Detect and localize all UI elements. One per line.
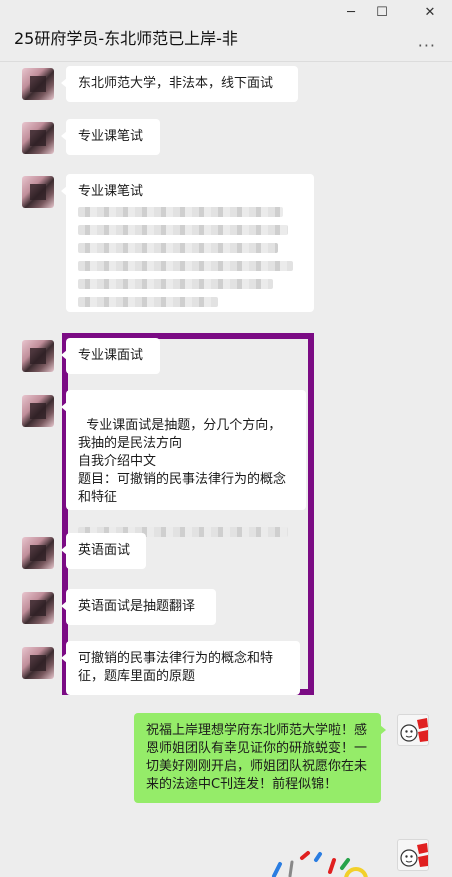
message-bubble[interactable]: 英语面试: [61, 533, 146, 569]
message-text: 专业课笔试: [78, 184, 144, 199]
blurred-content: [78, 207, 302, 307]
message-bubble[interactable]: 东北师范大学，非法本，线下面试: [61, 66, 298, 102]
sender-avatar[interactable]: [22, 395, 54, 427]
message-text: 可撤销的民事法律行为的概念和特征，题库里面的原题: [78, 651, 274, 684]
message-bubble[interactable]: 专业课笔试: [61, 174, 314, 312]
title-bar: 25研府学员-东北师范已上岸-非 ─ ☐ ✕ ···: [0, 0, 452, 62]
chat-title: 25研府学员-东北师范已上岸-非: [14, 29, 238, 48]
own-message-bubble[interactable]: 祝福上岸理想学府东北师范大学啦！感恩师姐团队有幸见证你的研旅蜕变！一切美好刚刚开…: [134, 713, 386, 803]
message-bubble[interactable]: 专业课笔试: [61, 119, 160, 155]
message-bubble[interactable]: 专业课面试: [61, 338, 160, 374]
message-text: 专业课笔试: [78, 129, 144, 144]
message-bubble[interactable]: 可撤销的民事法律行为的概念和特征，题库里面的原题: [61, 641, 300, 695]
own-avatar[interactable]: [397, 714, 429, 746]
message-text: 专业课面试是抽题，分几个方向，我抽的是民法方向 自我介绍中文 题目：可撤销的民事…: [78, 418, 287, 505]
maximize-button[interactable]: ☐: [369, 2, 395, 24]
message-bubble[interactable]: 英语面试是抽题翻译: [61, 589, 216, 625]
message-text: 英语面试是抽题翻译: [78, 599, 196, 614]
sender-avatar[interactable]: [22, 537, 54, 569]
more-options-icon[interactable]: ···: [418, 36, 436, 55]
message-text: 专业课面试: [78, 348, 144, 363]
message-text: 祝福上岸理想学府东北师范大学啦！感恩师姐团队有幸见证你的研旅蜕变！一切美好刚刚开…: [146, 723, 368, 792]
sticker-image[interactable]: [268, 848, 378, 877]
sender-avatar[interactable]: [22, 68, 54, 100]
sender-avatar[interactable]: [22, 592, 54, 624]
message-bubble[interactable]: 专业课面试是抽题，分几个方向，我抽的是民法方向 自我介绍中文 题目：可撤销的民事…: [61, 390, 306, 537]
sender-avatar[interactable]: [22, 647, 54, 679]
sender-avatar[interactable]: [22, 122, 54, 154]
sender-avatar[interactable]: [22, 340, 54, 372]
message-text: 英语面试: [78, 543, 131, 558]
own-avatar[interactable]: [397, 839, 429, 871]
avatar-icon: [400, 843, 428, 867]
message-text: 东北师范大学，非法本，线下面试: [78, 76, 274, 91]
avatar-icon: [400, 718, 428, 742]
close-button[interactable]: ✕: [417, 2, 443, 24]
sender-avatar[interactable]: [22, 176, 54, 208]
minimize-button[interactable]: ─: [338, 2, 364, 24]
